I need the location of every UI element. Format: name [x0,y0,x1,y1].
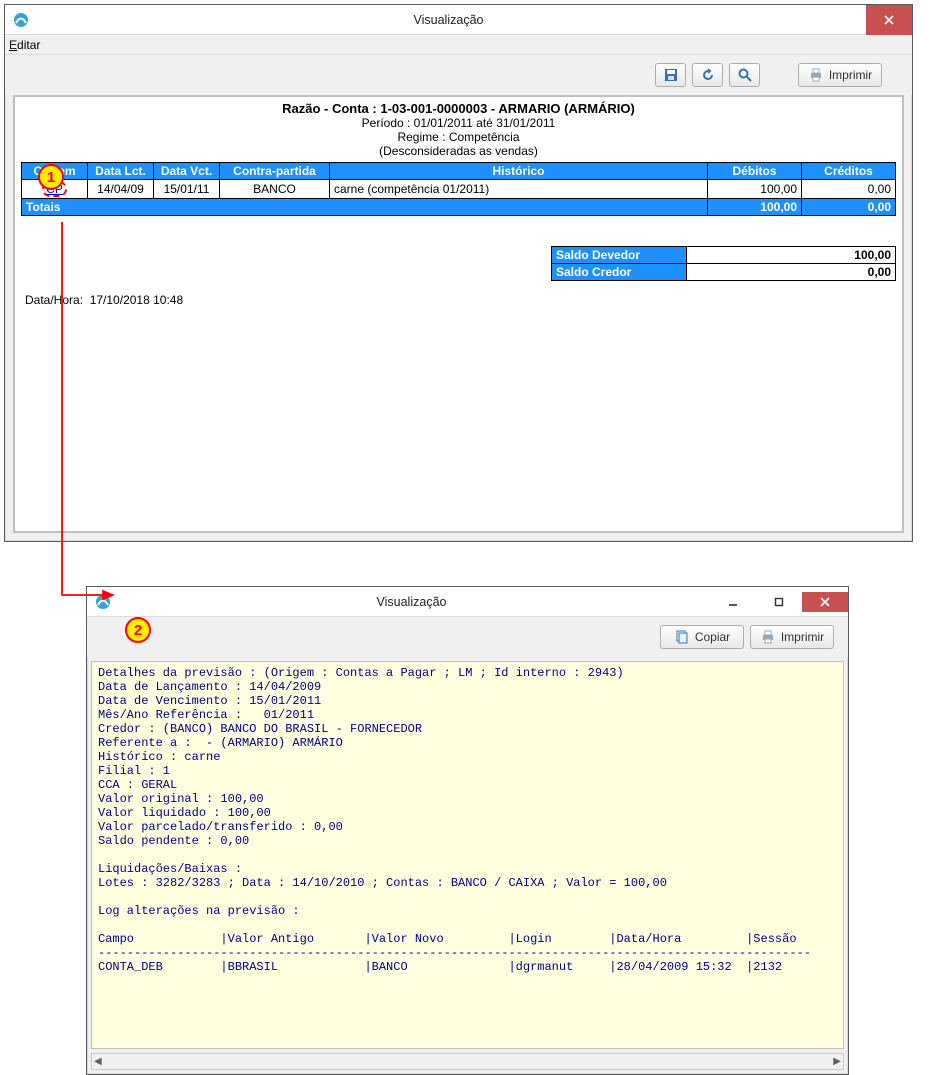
horizontal-scrollbar[interactable]: ◀ ▶ [91,1053,844,1070]
copy-label: Copiar [695,630,730,644]
scroll-left-icon[interactable]: ◀ [94,1056,102,1067]
callout-badge-1: 1 [38,164,64,190]
print-label: Imprimir [781,630,824,644]
window-details: 2 Visualização Copiar Imprimir Detalh [86,586,849,1075]
scroll-right-icon[interactable]: ▶ [833,1056,841,1067]
print-button[interactable]: Imprimir [750,625,834,649]
callout-arrow [0,0,930,620]
copy-button[interactable]: Copiar [660,625,744,649]
toolbar: Copiar Imprimir [87,617,848,657]
callout-badge-2: 2 [125,617,151,643]
details-text-area[interactable]: Detalhes da previsão : (Origem : Contas … [91,661,844,1049]
